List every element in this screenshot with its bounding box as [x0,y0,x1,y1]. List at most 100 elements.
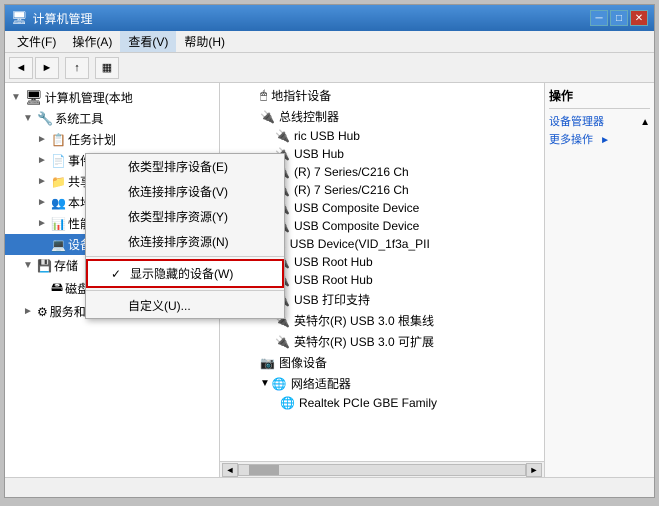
up-icon: ↑ [74,62,80,74]
dropdown-label-sort-conn: 依连接排序设备(V) [128,183,228,200]
tree-label-storage: 存储 [54,257,78,274]
device-label: 英特尔(R) USB 3.0 根集线 [294,312,434,329]
list-item-image[interactable]: 📷 图像设备 [220,352,544,373]
device-label: USB Root Hub [294,273,373,287]
net-expand-toggle[interactable]: ▼ [260,378,270,389]
list-item[interactable]: 🖱 地指针设备 [220,85,544,106]
menu-help[interactable]: 帮助(H) [176,31,233,52]
more-actions-arrow-icon: ► [600,135,610,146]
main-window: 🖥 计算机管理 ─ □ ✕ 文件(F) 操作(A) 查看(V) 帮助(H) ◄ … [4,4,655,498]
tree-toggle-root[interactable]: ▼ [9,91,23,105]
content-area: ▼ 🖥 计算机管理(本地 ▼ 🔧 系统工具 ► 📋 任务计划 ► 📄 事件查看 … [5,83,654,477]
tree-toggle-disk[interactable] [35,282,49,296]
tree-item-root[interactable]: ▼ 🖥 计算机管理(本地 [5,87,219,108]
storage-icon: 💾 [37,259,52,273]
device-label: (R) 7 Series/C216 Ch [294,183,409,197]
dropdown-sort-conn[interactable]: 依连接排序设备(V) [86,179,284,204]
dropdown-label-show-hidden: 显示隐藏的设备(W) [130,265,233,282]
device-manager-label[interactable]: 设备管理器 [549,113,604,129]
tree-item-system-tools[interactable]: ▼ 🔧 系统工具 [5,108,219,129]
list-item-realtek[interactable]: 🌐 Realtek PCIe GBE Family [220,394,544,412]
actions-panel: 操作 设备管理器 ▲ 更多操作 ► [544,83,654,477]
tree-toggle-services[interactable]: ► [21,305,35,319]
title-buttons: ─ □ ✕ [590,10,648,26]
list-item[interactable]: 🔌 ric USB Hub [220,127,544,145]
device-label: 图像设备 [279,354,327,371]
tree-toggle-users[interactable]: ► [35,196,49,210]
dropdown-customize[interactable]: 自定义(U)... [86,293,284,318]
events-icon: 📄 [51,154,66,168]
more-actions-label: 更多操作 [549,134,593,146]
tree-toggle-storage[interactable]: ▼ [21,259,35,273]
list-item-intel-usb30-ext[interactable]: 🔌 英特尔(R) USB 3.0 可扩展 [220,331,544,352]
net-icon: 🌐 [280,396,295,410]
tree-toggle-shared[interactable]: ► [35,175,49,189]
device-manager-icon: 💻 [51,238,66,252]
dropdown-sort-res-type[interactable]: 依类型排序资源(Y) [86,204,284,229]
list-item-network[interactable]: ▼ 🌐 网络适配器 [220,373,544,394]
perf-icon: 📊 [51,217,66,231]
device-manager-arrow-icon: ▲ [640,117,650,128]
menu-action[interactable]: 操作(A) [64,31,120,52]
back-button[interactable]: ◄ [9,57,33,79]
dropdown-label-sort-type: 依类型排序设备(E) [128,158,228,175]
dropdown-sort-res-conn[interactable]: 依连接排序资源(N) [86,229,284,254]
forward-icon: ► [42,62,53,74]
device-label: USB Device(VID_1f3a_PII [290,237,430,251]
dropdown-sort-type[interactable]: 依类型排序设备(E) [86,154,284,179]
window-icon: 🖥 [11,10,28,26]
device-label: 网络适配器 [291,375,351,392]
scroll-left-button[interactable]: ◄ [222,463,238,477]
dropdown-label-sort-res-type: 依类型排序资源(Y) [128,208,228,225]
close-button[interactable]: ✕ [630,10,648,26]
device-label: USB 打印支持 [294,291,370,308]
device-label: USB Composite Device [294,219,419,233]
tree-toggle-device-manager[interactable] [35,238,49,252]
scroll-thumb[interactable] [249,465,279,475]
tree-label-root: 计算机管理(本地 [45,89,133,106]
checkmark-show-hidden: ✓ [108,267,124,281]
device-label: ric USB Hub [294,129,360,143]
device-label: USB Hub [294,147,344,161]
computer-icon: 🖥 [25,89,43,106]
window-title: 计算机管理 [33,10,93,27]
view-icon: ▦ [102,61,112,74]
view-button[interactable]: ▦ [95,57,119,79]
device-label: 地指针设备 [271,87,331,104]
back-icon: ◄ [16,62,27,74]
dropdown-show-hidden[interactable]: ✓ 显示隐藏的设备(W) [86,259,284,288]
status-bar [5,477,654,497]
tree-toggle-perf[interactable]: ► [35,217,49,231]
tree-toggle-events[interactable]: ► [35,154,49,168]
menu-bar: 文件(F) 操作(A) 查看(V) 帮助(H) [5,31,654,53]
forward-button[interactable]: ► [35,57,59,79]
maximize-button[interactable]: □ [610,10,628,26]
up-button[interactable]: ↑ [65,57,89,79]
device-label: 总线控制器 [279,108,339,125]
dropdown-separator-2 [86,290,284,291]
dropdown-label-sort-res-conn: 依连接排序资源(N) [128,233,229,250]
horizontal-scrollbar[interactable]: ◄ ► [220,461,544,477]
device-manager-action[interactable]: 设备管理器 ▲ [549,113,650,131]
minimize-button[interactable]: ─ [590,10,608,26]
tree-toggle-tasks[interactable]: ► [35,133,49,147]
tree-toggle-system-tools[interactable]: ▼ [21,112,35,126]
net-icon: 🌐 [272,377,287,391]
dropdown-label-customize: 自定义(U)... [128,297,191,314]
device-label: Realtek PCIe GBE Family [299,396,437,410]
actions-title: 操作 [549,87,650,104]
tools-icon: 🔧 [37,111,53,127]
device-label: 英特尔(R) USB 3.0 可扩展 [294,333,434,350]
view-dropdown-menu: 依类型排序设备(E) 依连接排序设备(V) 依类型排序资源(Y) 依连接排序资源… [85,153,285,319]
scroll-right-button[interactable]: ► [526,463,542,477]
more-actions-button[interactable]: 更多操作 ► [549,131,650,147]
tree-label-system-tools: 系统工具 [55,110,103,127]
tree-item-tasks[interactable]: ► 📋 任务计划 [5,129,219,150]
usb-icon: 🔌 [275,129,290,143]
menu-file[interactable]: 文件(F) [9,31,64,52]
scroll-track[interactable] [238,464,526,476]
list-item[interactable]: 🔌 总线控制器 [220,106,544,127]
device-label: USB Root Hub [294,255,373,269]
menu-view[interactable]: 查看(V) [120,31,176,52]
services-icon: ⚙ [37,305,48,319]
